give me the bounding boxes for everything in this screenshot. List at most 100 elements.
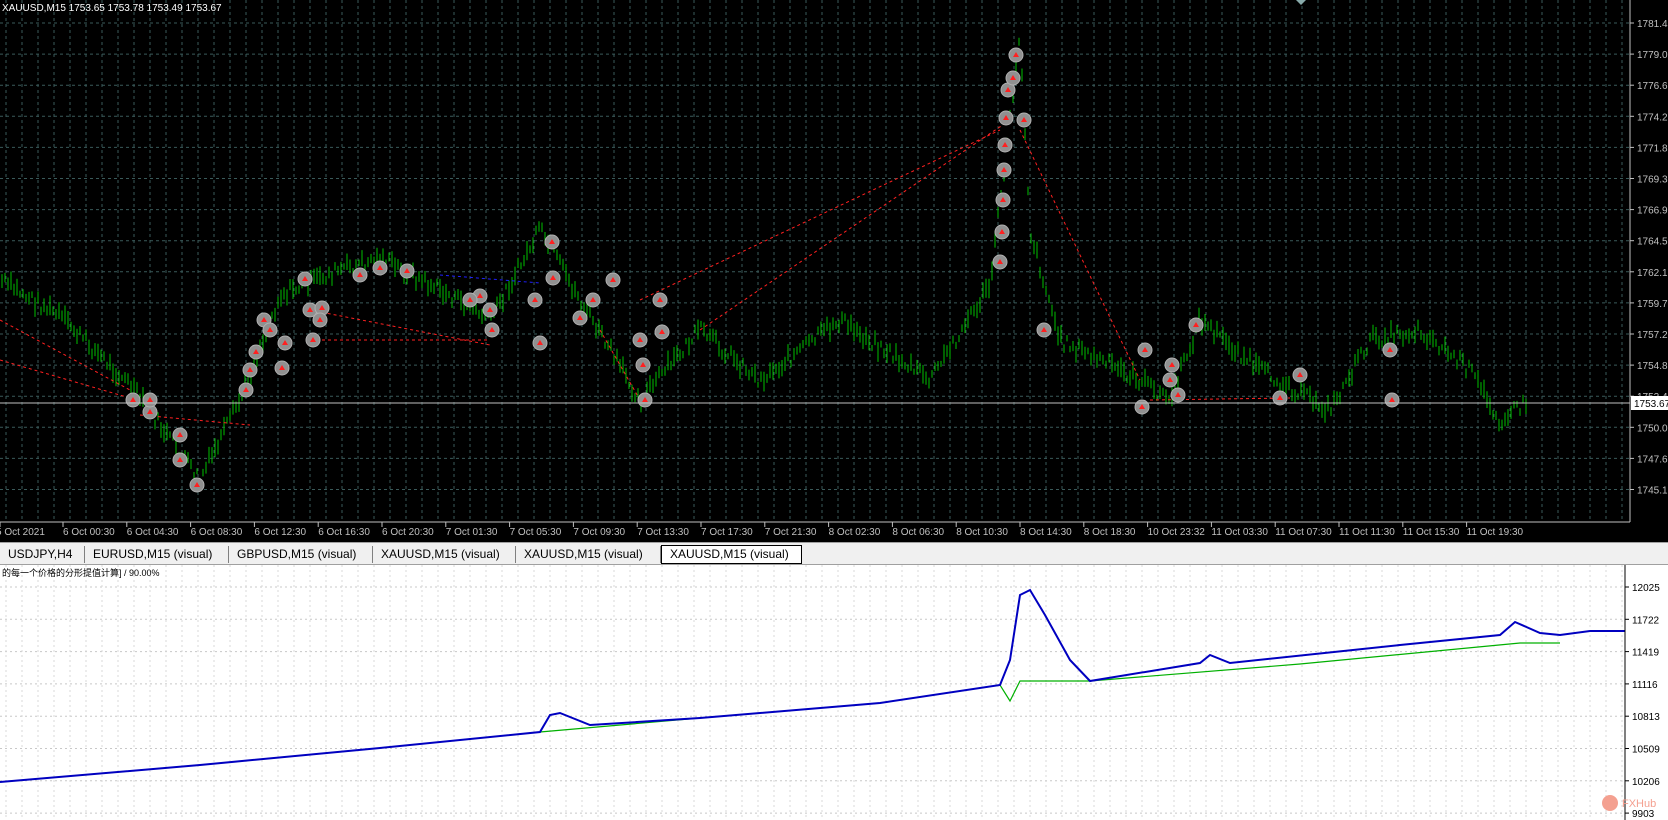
time-tick-label: 11 Oct 03:30 xyxy=(1211,527,1268,538)
chart-tab[interactable]: XAUUSD,M15 (visual) xyxy=(661,545,802,564)
trade-marker[interactable] xyxy=(1016,112,1032,128)
trade-marker[interactable] xyxy=(172,452,188,468)
trade-marker[interactable] xyxy=(142,392,158,408)
time-tick-label: 10 Oct 23:32 xyxy=(1148,527,1206,538)
trade-marker[interactable] xyxy=(189,477,205,493)
value-tick-label: 10206 xyxy=(1632,777,1660,788)
trade-marker[interactable] xyxy=(637,392,653,408)
chart-tab[interactable]: EURUSD,M15 (visual) xyxy=(85,546,229,563)
trade-marker[interactable] xyxy=(1134,399,1150,415)
trade-marker[interactable] xyxy=(545,270,561,286)
time-tick-label: 11 Oct 15:30 xyxy=(1403,527,1460,538)
trade-marker[interactable] xyxy=(277,335,293,351)
trade-marker[interactable] xyxy=(172,427,188,443)
chart-header: XAUUSD,M15 1753.65 1753.78 1753.49 1753.… xyxy=(2,3,222,14)
time-tick-label: 11 Oct 11:30 xyxy=(1339,527,1395,538)
trade-marker[interactable] xyxy=(544,234,560,250)
watermark-text: FXHub xyxy=(1622,798,1656,810)
trade-marker[interactable] xyxy=(125,392,141,408)
price-tick-label: 1774.20 xyxy=(1637,112,1668,123)
time-tick-label: 7 Oct 17:30 xyxy=(701,527,753,538)
price-tick-label: 1769.35 xyxy=(1637,175,1668,186)
trade-marker[interactable] xyxy=(242,362,258,378)
time-tick-label: 6 Oct 08:30 xyxy=(191,527,243,538)
trade-marker[interactable] xyxy=(585,292,601,308)
value-tick-label: 11419 xyxy=(1632,648,1660,659)
price-tick-label: 1757.25 xyxy=(1637,330,1668,341)
value-tick-label: 10813 xyxy=(1632,712,1660,723)
indicator-header: 的每一个价格的分形提值计算] / 90.00% xyxy=(2,567,160,578)
trade-marker[interactable] xyxy=(1170,387,1186,403)
time-tick-label: 6 Oct 12:30 xyxy=(254,527,306,538)
current-price-label: 1753.67 xyxy=(1634,399,1668,410)
trade-marker[interactable] xyxy=(1188,317,1204,333)
trade-marker[interactable] xyxy=(632,332,648,348)
time-tick-label: 8 Oct 18:30 xyxy=(1084,527,1136,538)
equity-chart[interactable]: 120251172211419111161081310509102069903 … xyxy=(0,565,1668,820)
trade-marker[interactable] xyxy=(484,322,500,338)
price-tick-label: 1764.55 xyxy=(1637,237,1668,248)
trade-marker[interactable] xyxy=(635,357,651,373)
trade-marker[interactable] xyxy=(297,271,313,287)
trade-marker[interactable] xyxy=(1036,322,1052,338)
trade-marker[interactable] xyxy=(992,254,1008,270)
price-tick-label: 1747.60 xyxy=(1637,454,1668,465)
price-tick-label: 1779.00 xyxy=(1637,50,1668,61)
trade-marker[interactable] xyxy=(352,267,368,283)
trade-marker[interactable] xyxy=(482,302,498,318)
price-tick-label: 1745.15 xyxy=(1637,486,1668,497)
price-tick-label: 1776.65 xyxy=(1637,81,1668,92)
time-tick-label: 5 Oct 2021 xyxy=(0,527,45,538)
trade-marker[interactable] xyxy=(654,324,670,340)
trade-marker[interactable] xyxy=(262,322,278,338)
trade-marker[interactable] xyxy=(1005,70,1021,86)
value-tick-label: 10509 xyxy=(1632,745,1660,756)
price-tick-label: 1781.45 xyxy=(1637,19,1668,30)
chart-tab[interactable]: USDJPY,H4 xyxy=(0,546,85,563)
trade-marker[interactable] xyxy=(238,382,254,398)
trade-marker[interactable] xyxy=(995,192,1011,208)
price-tick-label: 1750.00 xyxy=(1637,423,1668,434)
trade-marker[interactable] xyxy=(399,263,415,279)
price-tick-label: 1771.80 xyxy=(1637,143,1668,154)
trade-marker[interactable] xyxy=(1162,372,1178,388)
chart-tab-bar: USDJPY,H4 EURUSD,M15 (visual) GBPUSD,M15 (… xyxy=(0,542,1668,565)
trade-marker[interactable] xyxy=(462,292,478,308)
time-tick-label: 7 Oct 21:30 xyxy=(765,527,817,538)
trade-marker[interactable] xyxy=(1008,47,1024,63)
chart-tab[interactable]: XAUUSD,M15 (visual) xyxy=(516,546,661,563)
trade-marker[interactable] xyxy=(372,260,388,276)
trade-marker[interactable] xyxy=(1384,392,1400,408)
price-chart[interactable]: 1781.45 1779.00 1776.65 1774.20 1771.80 1769.… xyxy=(0,0,1668,542)
trade-marker[interactable] xyxy=(1382,342,1398,358)
trade-marker[interactable] xyxy=(248,344,264,360)
trade-marker[interactable] xyxy=(572,310,588,326)
trade-marker[interactable] xyxy=(305,332,321,348)
trade-marker[interactable] xyxy=(998,110,1014,126)
trade-marker[interactable] xyxy=(1164,357,1180,373)
time-tick-label: 8 Oct 14:30 xyxy=(1020,527,1072,538)
trade-marker[interactable] xyxy=(1137,342,1153,358)
value-tick-label: 11722 xyxy=(1632,615,1660,626)
value-tick-label: 9903 xyxy=(1632,809,1655,820)
trade-marker[interactable] xyxy=(1292,367,1308,383)
trade-marker[interactable] xyxy=(532,335,548,351)
time-tick-label: 8 Oct 02:30 xyxy=(829,527,881,538)
price-tick-label: 1762.10 xyxy=(1637,268,1668,279)
trade-marker[interactable] xyxy=(312,312,328,328)
time-tick-label: 7 Oct 01:30 xyxy=(446,527,498,538)
chart-tab[interactable]: GBPUSD,M15 (visual) xyxy=(229,546,373,563)
time-tick-label: 6 Oct 04:30 xyxy=(127,527,179,538)
trade-marker[interactable] xyxy=(605,272,621,288)
trade-marker[interactable] xyxy=(996,162,1012,178)
trade-marker[interactable] xyxy=(652,292,668,308)
trade-marker[interactable] xyxy=(527,292,543,308)
trade-marker[interactable] xyxy=(994,224,1010,240)
trade-marker[interactable] xyxy=(274,360,290,376)
chart-tab[interactable]: XAUUSD,M15 (visual) xyxy=(373,546,516,563)
trade-marker[interactable] xyxy=(997,137,1013,153)
time-tick-label: 7 Oct 13:30 xyxy=(637,527,689,538)
time-tick-label: 11 Oct 19:30 xyxy=(1467,527,1524,538)
value-tick-label: 12025 xyxy=(1632,583,1660,594)
time-tick-label: 11 Oct 07:30 xyxy=(1275,527,1332,538)
